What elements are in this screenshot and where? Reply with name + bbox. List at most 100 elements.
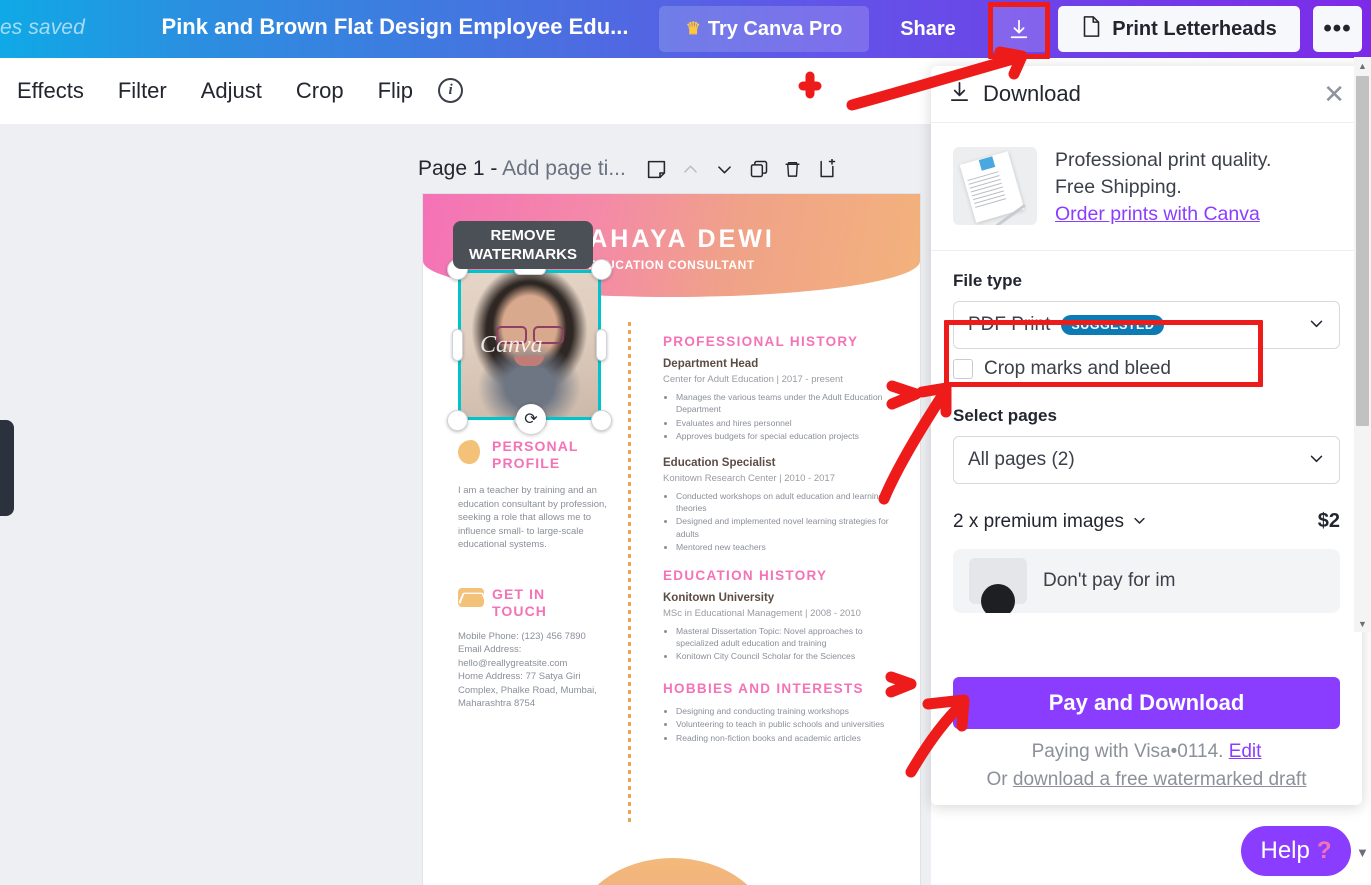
page-title-prefix: Page 1 - (418, 157, 503, 180)
tool-crop[interactable]: Crop (279, 78, 361, 104)
sidebar-collapse-tab[interactable] (0, 420, 14, 516)
resume-right-column: PROFESSIONAL HISTORY Department Head Cen… (663, 334, 893, 758)
education-history-title: EDUCATION HISTORY (663, 567, 828, 583)
download-panel: Download ✕ Professional print quality. F… (931, 66, 1362, 805)
add-page-icon[interactable] (810, 152, 844, 186)
scroll-down-arrow-icon[interactable]: ▼ (1356, 845, 1369, 860)
document-title[interactable]: Pink and Brown Flat Design Employee Edu.… (160, 14, 630, 40)
professional-history-title: PROFESSIONAL HISTORY (663, 334, 859, 349)
free-watermarked-draft-link[interactable]: download a free watermarked draft (1013, 769, 1307, 790)
promo-line-1: Professional print quality. (1055, 149, 1272, 171)
get-in-touch-heading: GET IN TOUCH (458, 585, 610, 628)
personal-profile-title: PERSONAL PROFILE (492, 438, 579, 471)
duplicate-page-icon[interactable] (742, 152, 776, 186)
remove-watermarks-badge[interactable]: REMOVE WATERMARKS (453, 221, 593, 269)
upsell-thumbnail (969, 558, 1027, 613)
resize-handle-bottom-left[interactable] (447, 410, 468, 431)
premium-images-row[interactable]: 2 x premium images $2 (953, 510, 1340, 533)
print-product-thumbnail (953, 147, 1037, 225)
bullet-item: Manages the various teams under the Adul… (676, 391, 893, 416)
note-icon[interactable] (640, 152, 674, 186)
document-icon (1081, 15, 1102, 44)
get-in-touch-title: GET IN TOUCH (492, 585, 548, 619)
select-pages-label: Select pages (953, 406, 1057, 425)
education-entry: Konitown University MSc in Educational M… (663, 592, 893, 663)
free-draft-text: Or download a free watermarked draft (953, 769, 1340, 791)
crown-icon: ♛ (685, 19, 701, 38)
page-title-placeholder: Add page ti... (502, 157, 626, 180)
promo-line-2: Free Shipping. (1055, 176, 1182, 198)
scroll-up-arrow-icon[interactable]: ▲ (1354, 57, 1371, 74)
try-canva-pro-button[interactable]: ♛ Try Canva Pro (659, 6, 869, 52)
bullet-item: Designed and implemented novel learning … (676, 515, 893, 540)
select-pages-select[interactable]: All pages (2) (953, 436, 1340, 484)
help-button[interactable]: Help ? (1241, 826, 1351, 876)
divider (931, 250, 1362, 251)
help-label: Help (1260, 837, 1310, 864)
top-bar: es saved Pink and Brown Flat Design Empl… (0, 0, 1371, 58)
chevron-down-icon (1308, 450, 1325, 471)
resize-handle-top-right[interactable] (591, 259, 612, 280)
pay-and-download-button[interactable]: Pay and Download (953, 677, 1340, 729)
person-head-icon (458, 440, 484, 464)
premium-images-price: $2 (1317, 510, 1340, 532)
edit-payment-link[interactable]: Edit (1229, 741, 1262, 762)
personal-profile-heading: PERSONAL PROFILE (458, 438, 610, 480)
select-pages-value: All pages (2) (968, 449, 1075, 470)
help-question-icon: ? (1316, 837, 1332, 864)
file-type-label: File type (953, 271, 1022, 290)
chevron-down-icon[interactable] (1132, 513, 1147, 531)
tool-effects[interactable]: Effects (0, 78, 101, 104)
more-dots-icon: ••• (1323, 15, 1352, 42)
page-header-toolbar: Page 1 - Add page ti... (418, 152, 844, 186)
bullet-item: Masteral Dissertation Topic: Novel appro… (676, 625, 893, 650)
resize-handle-bottom-right[interactable] (591, 410, 612, 431)
job-meta: Center for Adult Education | 2017 - pres… (663, 374, 843, 385)
envelope-icon (458, 587, 484, 612)
share-button[interactable]: Share (877, 6, 979, 52)
resize-handle-right[interactable] (596, 329, 607, 361)
close-icon[interactable]: ✕ (1323, 79, 1345, 110)
job-entry: Department Head Center for Adult Educati… (663, 358, 893, 443)
premium-images-label: 2 x premium images (953, 510, 1125, 532)
scroll-down-arrow-icon[interactable]: ▼ (1354, 615, 1371, 632)
annotation-rect-download-button (988, 2, 1050, 59)
hobbies-bullets: Designing and conducting training worksh… (663, 705, 893, 744)
chevron-up-icon[interactable] (674, 152, 708, 186)
page-title[interactable]: Page 1 - Add page ti... (418, 157, 626, 181)
bullet-item: Reading non-fiction books and academic a… (676, 732, 893, 744)
download-panel-scrollbar[interactable]: ▲ ▼ (1354, 57, 1371, 632)
bullet-item: Konitown City Council Scholar for the Sc… (676, 650, 893, 662)
info-icon[interactable]: i (438, 78, 464, 103)
delete-page-icon[interactable] (776, 152, 810, 186)
bullet-item: Approves budgets for special education p… (676, 430, 893, 442)
bullet-item: Conducted workshops on adult education a… (676, 490, 893, 515)
download-panel-footer: Pay and Download Paying with Visa•0114. … (931, 669, 1362, 805)
rotate-handle-icon[interactable]: ⟳ (516, 404, 546, 434)
dotted-divider (628, 322, 631, 824)
download-icon (948, 80, 971, 108)
image-tools-toolbar: Effects Filter Adjust Crop Flip i (0, 58, 931, 124)
chevron-down-icon[interactable] (708, 152, 742, 186)
order-prints-link[interactable]: Order prints with Canva (1055, 201, 1260, 228)
share-label: Share (900, 17, 956, 40)
editor-canvas-area: Page 1 - Add page ti... CAHAYA DEWI EDUC… (0, 124, 931, 885)
resume-page-canvas[interactable]: CAHAYA DEWI EDUCATION CONSULTANT REMOVE … (423, 194, 920, 885)
scrollbar-thumb[interactable] (1356, 76, 1369, 426)
tool-adjust[interactable]: Adjust (184, 78, 279, 104)
print-letterheads-button[interactable]: Print Letterheads (1058, 6, 1300, 52)
school-name: Konitown University (663, 591, 775, 604)
more-options-button[interactable]: ••• (1313, 6, 1362, 52)
job-entry: Education Specialist Konitown Research C… (663, 457, 893, 554)
job-role: Department Head (663, 358, 759, 370)
tool-filter[interactable]: Filter (101, 78, 184, 104)
bullet-item: Designing and conducting training worksh… (676, 705, 893, 717)
selected-image-element[interactable]: Canva (447, 259, 612, 431)
job-bullets: Manages the various teams under the Adul… (663, 391, 893, 443)
info-glyph: i (448, 82, 453, 98)
resize-handle-left[interactable] (452, 329, 463, 361)
upsell-card[interactable]: Don't pay for im (953, 549, 1340, 613)
tool-flip[interactable]: Flip (361, 78, 430, 104)
bullet-item: Volunteering to teach in public schools … (676, 718, 893, 730)
try-canva-pro-label: Try Canva Pro (707, 17, 843, 40)
